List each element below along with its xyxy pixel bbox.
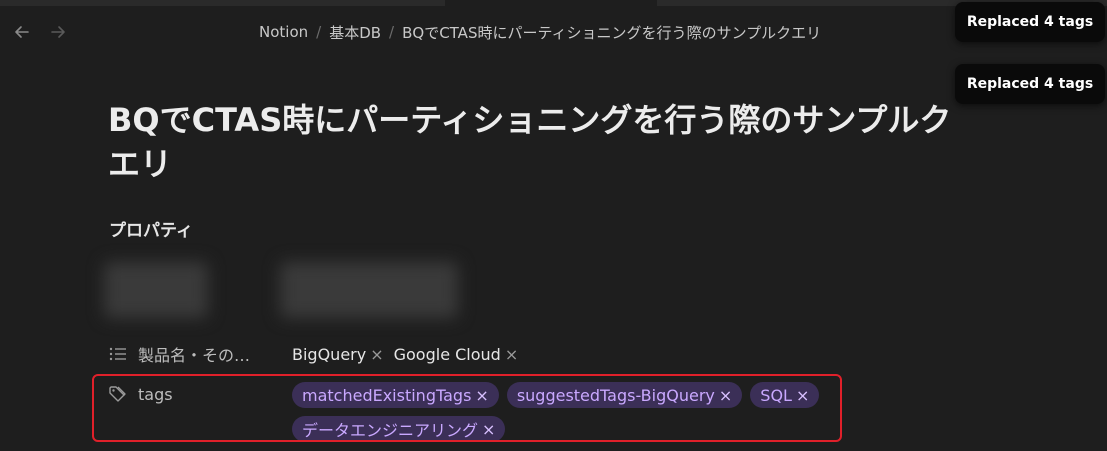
back-button[interactable]	[12, 22, 32, 42]
toast-notification: Replaced 4 tags	[955, 2, 1105, 42]
tag-label: Google Cloud	[393, 344, 501, 364]
breadcrumb-item-db[interactable]: 基本DB	[329, 22, 381, 43]
breadcrumb-separator: /	[316, 23, 322, 41]
list-icon	[109, 347, 126, 361]
blurred-content	[280, 262, 458, 318]
tag-label: BigQuery	[292, 344, 367, 364]
app-window: Notion / 基本DB / BQでCTAS時にパーティショニングを行う際のサ…	[0, 0, 1107, 451]
property-values[interactable]: BigQuery × Google Cloud ×	[292, 342, 518, 366]
remove-icon[interactable]: ×	[370, 345, 383, 364]
property-row-product: 製品名・その… BigQuery × Google Cloud ×	[108, 342, 518, 366]
page-title[interactable]: BQでCTAS時にパーティショニングを行う際のサンプルクエリ	[108, 98, 968, 186]
breadcrumb-item-page[interactable]: BQでCTAS時にパーティショニングを行う際のサンプルクエリ	[402, 22, 821, 43]
property-label-text: 製品名・その…	[138, 346, 251, 365]
arrow-right-icon	[51, 26, 65, 38]
blurred-content	[104, 262, 208, 318]
highlight-box	[92, 374, 842, 442]
product-tag[interactable]: BigQuery ×	[292, 345, 384, 364]
breadcrumb-item-root[interactable]: Notion	[259, 23, 308, 41]
property-label[interactable]: 製品名・その…	[108, 342, 292, 366]
arrow-left-icon	[15, 26, 29, 38]
active-tab[interactable]	[445, 0, 657, 6]
product-tag[interactable]: Google Cloud ×	[394, 345, 519, 364]
properties-heading: プロパティ	[109, 221, 193, 241]
breadcrumb: Notion / 基本DB / BQでCTAS時にパーティショニングを行う際のサ…	[259, 20, 821, 44]
forward-button[interactable]	[48, 22, 68, 42]
tab-strip	[0, 0, 1107, 6]
breadcrumb-separator: /	[389, 23, 395, 41]
toast-notification: Replaced 4 tags	[955, 64, 1105, 104]
remove-icon[interactable]: ×	[505, 345, 518, 364]
